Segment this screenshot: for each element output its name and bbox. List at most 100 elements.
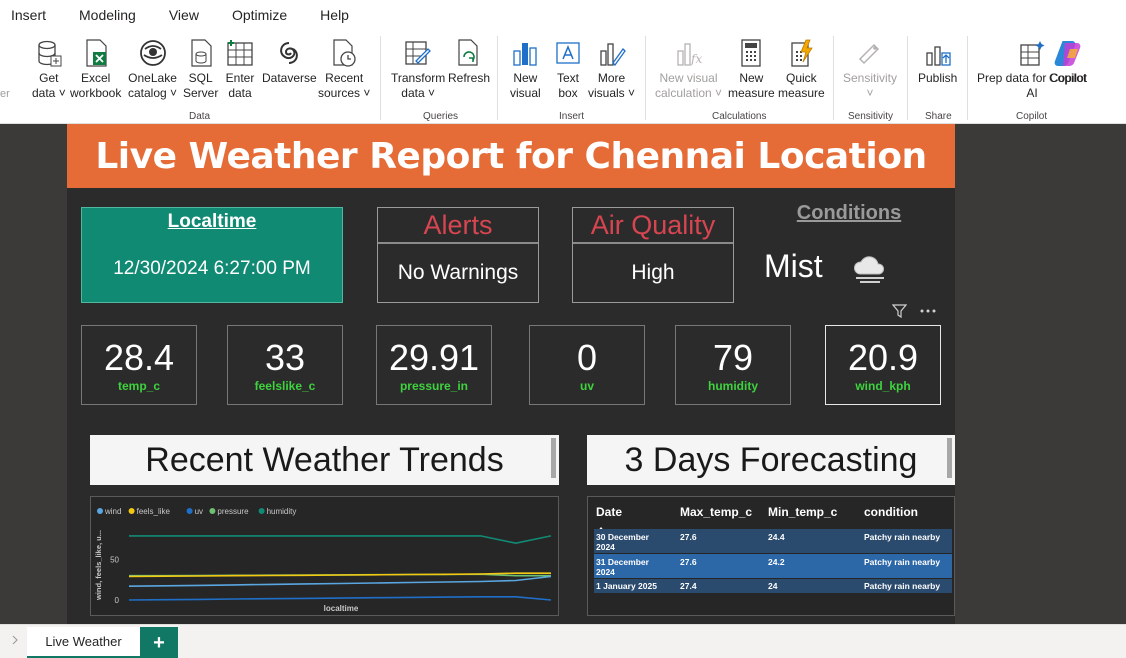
refresh-icon bbox=[454, 38, 484, 68]
prep-data-label-2: AI bbox=[1026, 86, 1038, 100]
get-data-button[interactable]: Get data ˅ bbox=[32, 38, 66, 101]
legend-marker bbox=[258, 508, 265, 514]
forecast-header: 3 Days Forecasting bbox=[587, 435, 955, 485]
quick-measure-label-2: measure bbox=[778, 86, 825, 100]
menu-modeling[interactable]: Modeling bbox=[79, 7, 136, 23]
recent-sources-button[interactable]: Recent sources ˅ bbox=[318, 38, 370, 101]
table-header-condition[interactable]: condition bbox=[864, 505, 918, 519]
sensitivity-button[interactable]: Sensitivity ˅ bbox=[843, 38, 897, 101]
table-row[interactable]: 30 December 2024 27.6 24.4 Patchy rain n… bbox=[594, 529, 952, 553]
sql-server-button[interactable]: SQL Server bbox=[183, 38, 218, 101]
forecast-title: 3 Days Forecasting bbox=[624, 440, 918, 479]
copilot-button[interactable]: Copilot bbox=[1049, 38, 1086, 86]
more-visuals-icon bbox=[597, 38, 627, 68]
sql-label-2: Server bbox=[183, 86, 219, 100]
enter-data-button[interactable]: Enter data bbox=[225, 38, 255, 101]
menu-optimize[interactable]: Optimize bbox=[232, 7, 287, 23]
table-row[interactable]: 31 December 2024 27.6 24.2 Patchy rain n… bbox=[594, 554, 952, 578]
new-visual-calc-label-2: calculation ˅ bbox=[655, 86, 723, 100]
quick-measure-button[interactable]: Quick measure bbox=[778, 38, 825, 101]
localtime-title: Localtime bbox=[167, 211, 257, 232]
add-page-button[interactable]: + bbox=[140, 627, 178, 658]
table-header-max[interactable]: Max_temp_c bbox=[680, 505, 752, 519]
table-row[interactable]: 1 January 2025 27.4 24 Patchy rain nearb… bbox=[594, 579, 952, 593]
scroll-left-icon[interactable] bbox=[12, 635, 18, 647]
more-visuals-button[interactable]: More visuals ˅ bbox=[588, 38, 635, 101]
database-icon bbox=[34, 38, 64, 68]
sql-server-icon bbox=[186, 38, 216, 68]
weather-trends-chart[interactable]: wind feels_like uv pressure humidity 50 0 wind,… bbox=[90, 496, 559, 616]
new-visual-button[interactable]: New visual bbox=[510, 38, 541, 101]
transform-icon bbox=[403, 38, 433, 68]
publish-button[interactable]: Publish bbox=[918, 38, 957, 86]
air-quality-value: High bbox=[631, 261, 675, 284]
transform-data-button[interactable]: Transform data ˅ bbox=[391, 38, 445, 101]
filter-icon[interactable] bbox=[891, 304, 908, 322]
onelake-label-2: catalog ˅ bbox=[128, 86, 178, 100]
cell-date: 1 January 2025 bbox=[596, 581, 657, 591]
new-visual-calculation-button[interactable]: fx New visual calculation ˅ bbox=[655, 38, 722, 101]
y-tick-label: 50 bbox=[110, 555, 119, 564]
onelake-catalog-button[interactable]: OneLake catalog ˅ bbox=[128, 38, 177, 101]
new-measure-label-2: measure bbox=[728, 86, 775, 100]
new-measure-button[interactable]: New measure bbox=[728, 38, 775, 101]
legend-marker bbox=[128, 508, 135, 514]
excel-workbook-button[interactable]: Excel workbook bbox=[70, 38, 121, 101]
kpi-value: 33 bbox=[264, 337, 306, 378]
more-options-icon[interactable] bbox=[919, 304, 937, 322]
menu-help[interactable]: Help bbox=[320, 7, 349, 23]
legend-label: wind bbox=[104, 507, 121, 516]
forecast-table[interactable]: Date Max_temp_c Min_temp_c condition 30 … bbox=[587, 496, 955, 616]
kpi-uv-card[interactable]: 0 uv bbox=[529, 325, 645, 405]
cell-date: 31 December 2024 bbox=[596, 557, 649, 577]
dataverse-button[interactable]: Dataverse bbox=[262, 38, 317, 86]
transform-label: Transform bbox=[391, 71, 446, 85]
group-sensitivity-label: Sensitivity bbox=[848, 111, 894, 122]
conditions-title: Conditions bbox=[796, 202, 902, 224]
legend-label: feels_like bbox=[137, 507, 171, 516]
publish-label: Publish bbox=[918, 71, 958, 85]
ribbon-separator bbox=[380, 36, 381, 120]
report-page: Live Weather Report for Chennai Location… bbox=[67, 124, 955, 624]
recent-sources-icon bbox=[329, 38, 359, 68]
conditions-card[interactable]: Conditions Mist bbox=[764, 202, 954, 284]
ribbon-separator bbox=[497, 36, 498, 120]
page-tab-bar: Live Weather + bbox=[0, 624, 1126, 658]
alerts-card[interactable]: Alerts No Warnings bbox=[377, 207, 539, 303]
table-header-date[interactable]: Date bbox=[596, 505, 622, 519]
kpi-feelslike-card[interactable]: 33 feelslike_c bbox=[227, 325, 343, 405]
cell-min: 24.4 bbox=[768, 532, 785, 542]
menu-insert[interactable]: Insert bbox=[11, 7, 46, 23]
refresh-button[interactable]: Refresh bbox=[448, 38, 490, 86]
forecast-header-bar bbox=[947, 438, 952, 478]
series-line-humidity bbox=[129, 535, 552, 545]
trends-title: Recent Weather Trends bbox=[145, 440, 504, 479]
kpi-value: 28.4 bbox=[103, 337, 175, 378]
menu-bar: Insert Modeling View Optimize Help bbox=[0, 0, 1126, 30]
kpi-pressure-card[interactable]: 29.91 pressure_in bbox=[376, 325, 492, 405]
cell-max: 27.6 bbox=[680, 532, 697, 542]
excel-label: Excel bbox=[81, 71, 111, 85]
kpi-humidity-card[interactable]: 79 humidity bbox=[675, 325, 791, 405]
report-canvas: Live Weather Report for Chennai Location… bbox=[0, 124, 1126, 624]
get-data-label-2: data ˅ bbox=[32, 86, 66, 100]
kpi-temp-card[interactable]: 28.4 temp_c bbox=[81, 325, 197, 405]
excel-label-2: workbook bbox=[70, 86, 122, 100]
localtime-card[interactable]: Localtime 12/30/2024 6:27:00 PM bbox=[81, 207, 343, 303]
recent-sources-label-2: sources ˅ bbox=[318, 86, 371, 100]
group-insert-label: Insert bbox=[559, 111, 585, 122]
tab-live-weather[interactable]: Live Weather bbox=[27, 627, 140, 658]
group-calculations-label: Calculations bbox=[712, 111, 767, 122]
text-box-button[interactable]: Text box bbox=[553, 38, 583, 101]
fx-icon: fx bbox=[674, 38, 704, 68]
menu-view[interactable]: View bbox=[169, 7, 199, 23]
air-quality-title: Air Quality bbox=[573, 208, 733, 244]
trends-header-bar bbox=[551, 438, 556, 478]
kpi-wind-card[interactable]: 20.9 wind_kph bbox=[825, 325, 941, 405]
air-quality-card[interactable]: Air Quality High bbox=[572, 207, 734, 303]
cell-max: 27.4 bbox=[680, 581, 697, 591]
kpi-label: uv bbox=[579, 379, 594, 393]
text-box-label-2: box bbox=[558, 86, 578, 100]
table-header-min[interactable]: Min_temp_c bbox=[768, 505, 837, 519]
x-axis-label: localtime bbox=[324, 604, 359, 613]
